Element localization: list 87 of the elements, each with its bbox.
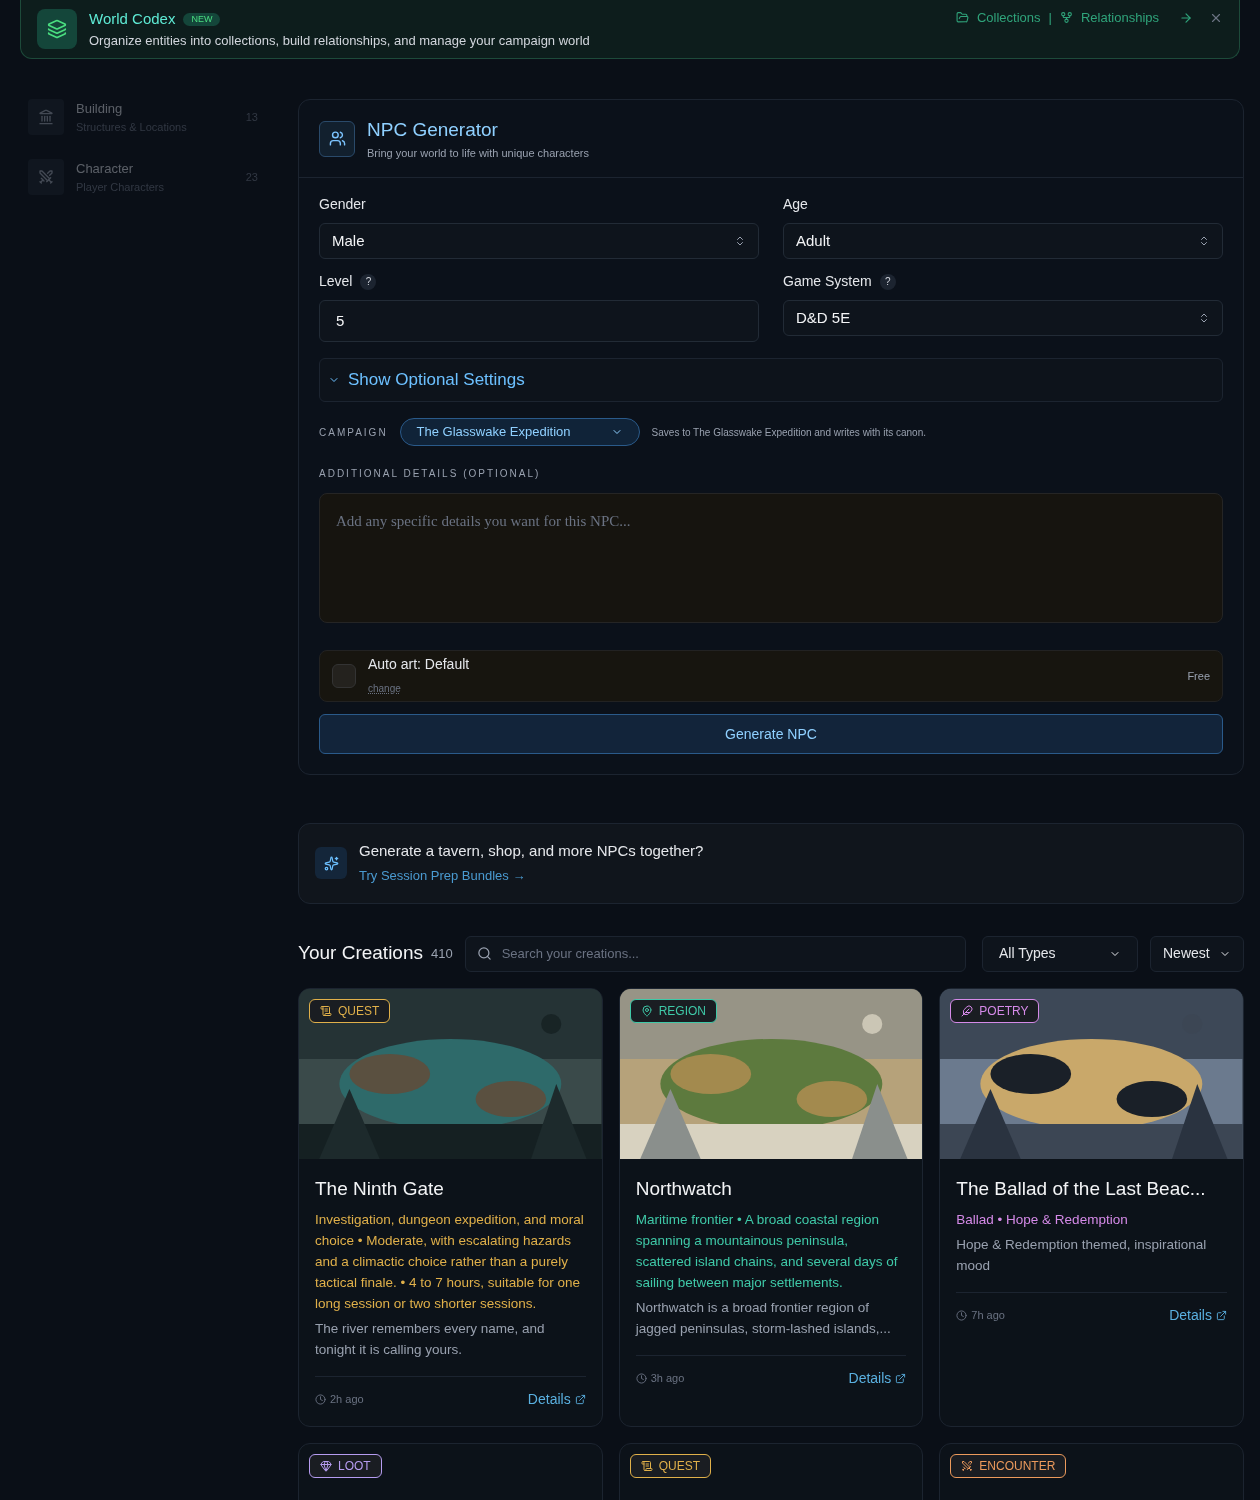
select-field[interactable]: Male xyxy=(319,223,759,259)
select-field[interactable]: D&D 5E xyxy=(783,300,1223,336)
creation-card[interactable]: ENCOUNTER xyxy=(939,1443,1244,1500)
card-title: The Ballad of the Last Beac... xyxy=(956,1176,1207,1201)
card-time: 2h ago xyxy=(315,1391,364,1408)
field-label: Gender xyxy=(319,195,366,214)
poetry-icon xyxy=(961,1004,974,1017)
creation-card[interactable]: LOOT xyxy=(298,1443,603,1500)
sparkles-icon xyxy=(315,847,347,880)
generator-title: NPC Generator xyxy=(367,118,499,142)
bundles-link[interactable]: Try Session Prep Bundles → xyxy=(359,867,526,883)
details-link[interactable]: Details xyxy=(848,1368,907,1389)
type-badge: POETRY xyxy=(950,998,1040,1023)
link-separator: | xyxy=(1048,9,1052,27)
card-time: 7h ago xyxy=(956,1307,1005,1324)
creations-count: 410 xyxy=(431,944,453,963)
type-badge: LOOT xyxy=(309,1454,382,1478)
building-icon xyxy=(28,99,64,135)
creation-card[interactable]: POETRY The Ballad of the Last Beac... Ballad • Hope & Redemption Hope & Redemption themed, inspirational mood 7h ago Details xyxy=(939,987,1244,1427)
loot-icon xyxy=(320,1460,332,1472)
details-label: ADDITIONAL DETAILS (OPTIONAL) xyxy=(319,467,542,481)
card-description: The river remembers every name, and tonight it is calling yours. xyxy=(315,1320,546,1359)
creation-card[interactable] xyxy=(618,987,924,1427)
campaign-note: Saves to The Glasswake Expedition and writes with its canon. xyxy=(651,425,926,440)
layers-icon xyxy=(37,9,77,49)
chevrons-icon xyxy=(1198,235,1210,247)
select-field[interactable]: Adult xyxy=(783,223,1223,259)
help-icon[interactable]: ? xyxy=(360,273,377,290)
campaign-label: CAMPAIGN xyxy=(319,425,388,440)
generator-subtitle: Bring your world to life with unique characters xyxy=(367,145,589,161)
promo-text: Generate a tavern, shop, and more NPCs together? xyxy=(359,841,704,861)
card-description: Hope & Redemption themed, inspirational mood xyxy=(956,1236,1208,1275)
clock-icon xyxy=(315,1394,326,1405)
campaign-select[interactable]: The Glasswake Expedition xyxy=(399,418,640,446)
input-field[interactable]: 5 xyxy=(319,300,759,342)
clock-icon xyxy=(635,1373,647,1384)
relationships-link[interactable]: Relationships xyxy=(1080,8,1159,28)
change-link[interactable]: change xyxy=(368,682,401,694)
sidebar-item-title: Building xyxy=(76,100,124,118)
card-meta: Investigation, dungeon expedition, and moral choice • Moderate, with escalating hazards and a climactic choice rather than a purely tactical finale. • 4 to 7 hours, suitable for one long session or two shorter sessions. xyxy=(315,1211,585,1313)
auto-art-checkbox[interactable] xyxy=(332,664,356,688)
type-filter[interactable]: All Types xyxy=(982,935,1138,972)
clock-icon xyxy=(956,1310,968,1321)
collections-link[interactable]: Collections xyxy=(976,8,1041,28)
external-link-icon xyxy=(1216,1310,1227,1321)
field-label: Game System xyxy=(783,272,872,291)
card-title: Northwatch xyxy=(635,1176,733,1201)
character-icon xyxy=(28,159,64,195)
creation-card[interactable] xyxy=(298,987,603,1427)
new-badge: NEW xyxy=(183,12,221,26)
sort-filter[interactable]: Newest xyxy=(1150,935,1244,972)
sidebar-item-title: Character xyxy=(76,160,135,178)
type-badge: QUEST xyxy=(629,1454,711,1478)
help-icon[interactable]: ? xyxy=(879,273,896,290)
quest-icon xyxy=(640,1460,653,1472)
type-badge: QUEST xyxy=(309,998,391,1023)
search-icon xyxy=(476,945,492,961)
card-description: Northwatch is a broad frontier region of jagged peninsulas, storm-lashed islands,... xyxy=(635,1299,892,1338)
quest-icon xyxy=(320,1004,332,1017)
creation-card[interactable]: QUEST xyxy=(618,1443,924,1500)
card-meta: Maritime frontier • A broad coastal region spanning a mountainous peninsula, scattered island chains, and several days of sailing between major settlements. xyxy=(635,1211,899,1292)
price-label: Free xyxy=(1187,668,1210,684)
optional-settings-toggle[interactable]: Show Optional Settings xyxy=(319,358,1223,402)
header-title: World Codex xyxy=(89,9,176,29)
chevrons-icon xyxy=(734,235,746,247)
type-badge: ENCOUNTER xyxy=(950,1454,1067,1478)
encounter-icon xyxy=(961,1460,974,1472)
branch-icon xyxy=(1059,11,1073,25)
users-icon xyxy=(319,120,355,157)
field-label: Age xyxy=(783,195,808,214)
region-icon xyxy=(640,1004,653,1017)
auto-art-label: Auto art: Default xyxy=(368,654,471,674)
chevrons-icon xyxy=(1198,312,1210,324)
card-time: 3h ago xyxy=(635,1370,685,1387)
creations-title: Your Creations xyxy=(298,941,423,966)
details-field[interactable]: Add any specific details you want for this NPC... xyxy=(319,493,1223,623)
external-link-icon xyxy=(574,1394,586,1405)
details-link[interactable]: Details xyxy=(1169,1305,1227,1326)
folder-icon xyxy=(955,11,969,25)
card-meta: Ballad • Hope & Redemption xyxy=(956,1211,1129,1229)
details-link[interactable]: Details xyxy=(527,1389,586,1410)
header-subtitle: Organize entities into collections, build relationships, and manage your campaign world xyxy=(89,31,591,50)
external-link-icon xyxy=(895,1373,907,1384)
generate-button[interactable]: Generate NPC xyxy=(319,714,1223,754)
card-title: The Ninth Gate xyxy=(315,1176,445,1201)
search-field[interactable]: Search your creations... xyxy=(464,935,966,972)
field-label: Level xyxy=(319,272,353,291)
